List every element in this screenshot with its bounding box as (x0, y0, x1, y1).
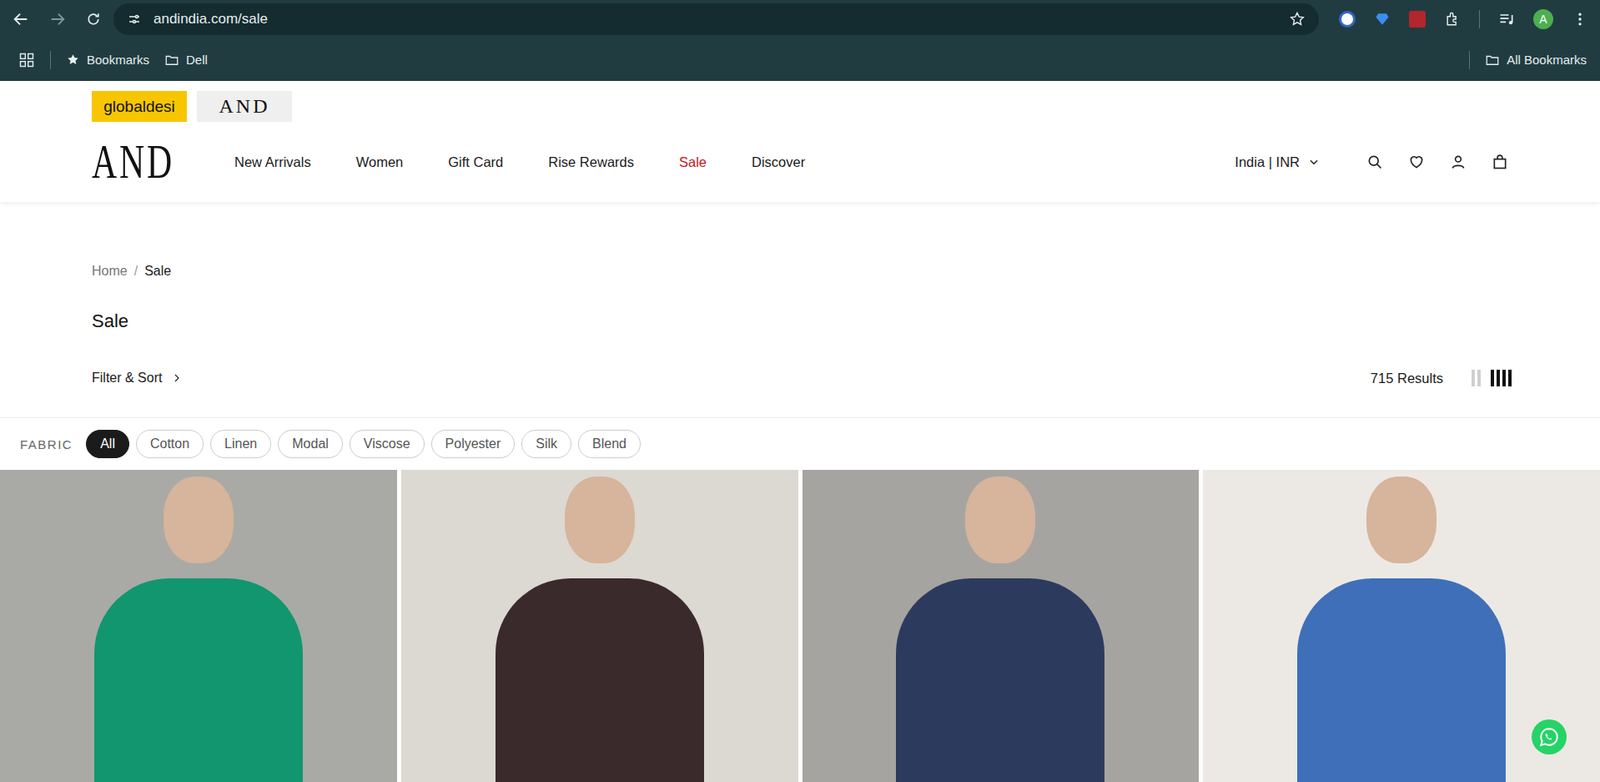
browser-toolbar: andindia.com/sale A (0, 0, 1600, 39)
fabric-chip[interactable]: Modal (277, 429, 343, 458)
results-count: 715 Results (1370, 370, 1444, 387)
fabric-chip[interactable]: Viscose (349, 429, 425, 458)
product-image[interactable] (0, 469, 398, 782)
bookmarks-divider (1469, 50, 1470, 70)
fabric-filter: FABRIC AllCottonLinenModalViscosePolyest… (0, 417, 1600, 470)
site-logo[interactable]: AND (91, 137, 152, 187)
nav-item[interactable]: Gift Card (447, 154, 504, 171)
chevron-down-icon (1308, 155, 1320, 168)
toolbar-divider (1479, 10, 1480, 29)
grid-view-toggle[interactable] (1490, 369, 1512, 387)
address-bar[interactable]: andindia.com/sale (113, 3, 1319, 36)
product-image[interactable] (802, 469, 1200, 782)
brand-tab[interactable]: globaldesi (91, 90, 187, 122)
site-header: globaldesi AND AND New Arrivals Women Gift … (0, 80, 1600, 202)
star-icon (65, 52, 81, 67)
fabric-chip[interactable]: Polyester (431, 429, 516, 458)
puzzle-icon[interactable] (1444, 10, 1461, 28)
back-icon[interactable] (11, 10, 31, 29)
folder-icon (164, 52, 180, 68)
nav-item[interactable]: Discover (751, 154, 806, 171)
nav-item[interactable]: Rise Rewards (548, 154, 634, 171)
brand-tab[interactable]: AND (196, 90, 292, 122)
media-icon[interactable] (1498, 10, 1515, 28)
chevron-right-icon (171, 372, 182, 383)
all-bookmarks[interactable]: All Bookmarks (1484, 52, 1587, 68)
grid-view-toggle[interactable] (1471, 369, 1481, 387)
main-nav: New Arrivals Women Gift Card Rise Rewards Sa… (234, 154, 806, 171)
product-image[interactable] (401, 469, 799, 782)
filter-sort-button[interactable]: Filter & Sort (91, 370, 182, 386)
web-page: globaldesi AND AND New Arrivals Women Gift … (0, 80, 1600, 782)
product-grid (0, 469, 1600, 782)
nav-item[interactable]: Women (356, 154, 404, 171)
menu-dots-icon[interactable] (1571, 10, 1589, 28)
bookmarks-bar: Bookmarks Dell All Bookmarks (0, 38, 1600, 81)
page-title: Sale (0, 278, 1600, 333)
filter-bar: Filter & Sort 715 Results (0, 332, 1600, 393)
apps-grid-icon[interactable] (18, 51, 36, 69)
nav-item[interactable]: New Arrivals (234, 154, 312, 171)
whatsapp-button[interactable] (1531, 719, 1567, 755)
fabric-label: FABRIC (20, 437, 73, 452)
fabric-chip[interactable]: Blend (578, 429, 641, 458)
diamond-extension-icon[interactable] (1373, 10, 1391, 28)
profile-avatar[interactable]: A (1533, 9, 1554, 30)
extension-icon[interactable] (1338, 10, 1356, 28)
extension-icon[interactable] (1408, 10, 1426, 28)
url-text[interactable]: andindia.com/sale (153, 10, 1278, 28)
bookmark-star-icon[interactable] (1288, 10, 1306, 28)
reload-icon[interactable] (85, 10, 102, 28)
breadcrumb-item[interactable]: Sale (144, 263, 172, 279)
breadcrumb: Home / Sale (0, 201, 1600, 279)
browser-window: andindia.com/sale A Bookmarks Dell All B… (0, 0, 1600, 782)
breadcrumb-separator: / (134, 263, 138, 279)
brand-switcher: globaldesi AND (91, 90, 1509, 122)
bookmark-item[interactable]: Dell (164, 52, 208, 68)
whatsapp-icon (1538, 725, 1560, 748)
region-selector[interactable]: India | INR (1234, 154, 1320, 171)
bookmarks-divider (50, 50, 51, 70)
site-info-icon[interactable] (126, 11, 142, 27)
folder-icon (1484, 52, 1500, 68)
account-icon[interactable] (1449, 153, 1467, 171)
fabric-chip[interactable]: Linen (210, 429, 272, 458)
search-icon[interactable] (1366, 153, 1384, 171)
fabric-chip[interactable]: All (85, 429, 130, 458)
bookmark-item[interactable]: Bookmarks (65, 52, 150, 67)
breadcrumb-item[interactable]: Home (91, 263, 128, 279)
bag-icon[interactable] (1491, 153, 1509, 171)
fabric-chip[interactable]: Cotton (135, 429, 204, 458)
fabric-chip[interactable]: Silk (521, 429, 572, 458)
heart-icon[interactable] (1408, 153, 1425, 171)
nav-item[interactable]: Sale (679, 154, 707, 171)
forward-icon[interactable] (48, 10, 67, 29)
